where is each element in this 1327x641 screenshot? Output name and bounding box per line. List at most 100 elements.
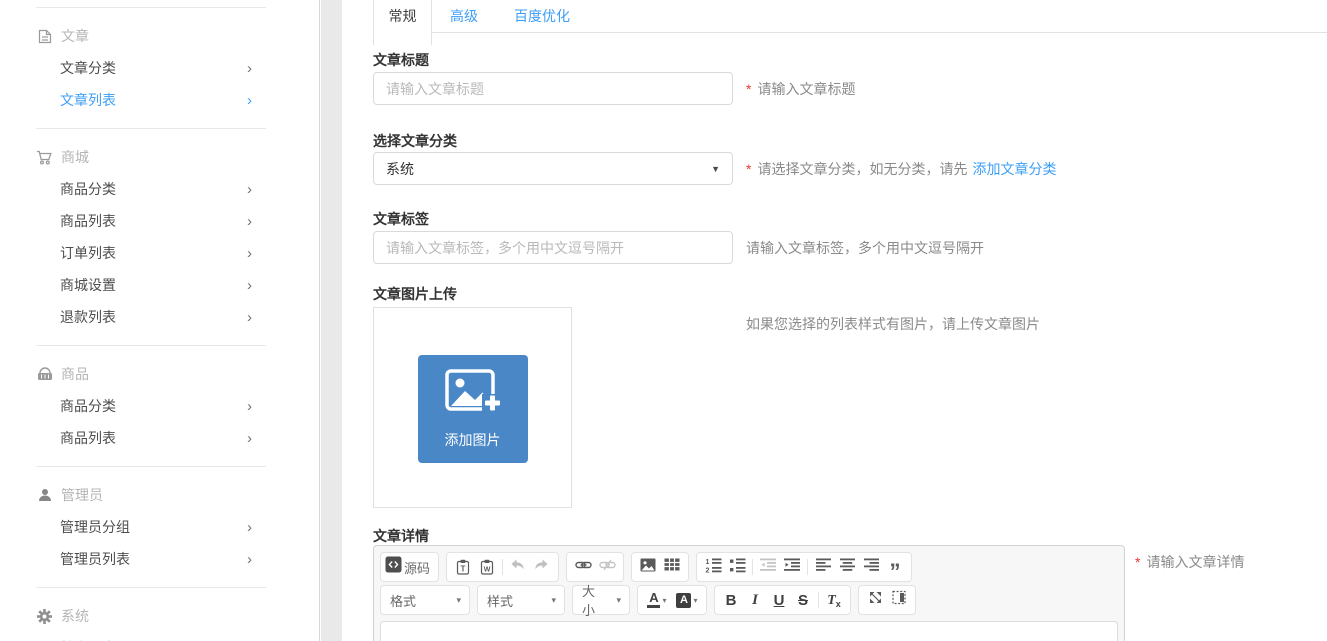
sidebar-header-system[interactable]: 系统 (36, 600, 266, 632)
format-dropdown[interactable]: 格式 ▾ (380, 585, 470, 615)
sidebar-header-product[interactable]: 商品 (36, 358, 266, 390)
link-icon (575, 557, 592, 578)
underline-button[interactable]: U (767, 588, 791, 612)
ordered-list-button[interactable]: 12 (701, 555, 725, 579)
sidebar-header-label: 系统 (61, 606, 89, 626)
redo-button[interactable] (530, 555, 554, 579)
article-tags-hint: 请输入文章标签，多个用中文逗号隔开 (746, 231, 984, 264)
unlink-button[interactable] (595, 555, 619, 579)
chevron-right-icon: › (247, 213, 252, 230)
show-blocks-button[interactable] (887, 588, 911, 612)
chevron-right-icon: › (247, 92, 252, 109)
sidebar-item-admin-list[interactable]: 管理员列表 › (36, 543, 266, 575)
chevron-right-icon: › (247, 245, 252, 262)
show-blocks-icon (892, 590, 907, 610)
image-upload-dropzone[interactable]: 添加图片 (373, 307, 572, 508)
blockquote-icon: ” (890, 557, 901, 577)
user-icon (36, 488, 53, 502)
required-mark: * (746, 81, 751, 97)
sidebar-section-article: 文章 文章分类 › 文章列表 › (36, 7, 266, 128)
add-image-button[interactable]: 添加图片 (418, 355, 528, 463)
sidebar-item-mall-settings[interactable]: 商城设置 › (36, 269, 266, 301)
bullet-list-button[interactable] (725, 555, 749, 579)
size-dropdown[interactable]: 大小 ▾ (572, 585, 630, 615)
rich-text-editor: 源码 T W (373, 545, 1125, 641)
bg-color-button[interactable]: A ▾ (672, 588, 702, 612)
sidebar-item-product-category[interactable]: 商品分类 › (36, 390, 266, 422)
remove-format-button[interactable]: Tx (822, 588, 846, 612)
tab-advanced[interactable]: 高级 (450, 0, 478, 45)
outdent-button[interactable] (756, 555, 780, 579)
sidebar-item-goods-category[interactable]: 商品分类 › (36, 173, 266, 205)
insert-image-button[interactable] (636, 555, 660, 579)
paste-text-icon: T (461, 565, 466, 574)
toolbar-group-source: 源码 (380, 552, 439, 582)
article-tags-label: 文章标签 (373, 209, 429, 229)
insert-table-button[interactable] (660, 555, 684, 579)
sidebar-item-basic-info[interactable]: 基本信息 › (36, 632, 266, 641)
source-button[interactable]: 源码 (385, 555, 434, 579)
align-left-button[interactable] (811, 555, 835, 579)
chevron-right-icon: › (247, 277, 252, 294)
strikethrough-button[interactable]: S (791, 588, 815, 612)
sidebar-item-admin-group[interactable]: 管理员分组 › (36, 511, 266, 543)
align-center-button[interactable] (835, 555, 859, 579)
blockquote-button[interactable]: ” (883, 555, 907, 579)
add-image-label: 添加图片 (445, 430, 501, 450)
article-title-input[interactable] (373, 72, 733, 105)
sidebar-header-admin[interactable]: 管理员 (36, 479, 266, 511)
undo-button[interactable] (506, 555, 530, 579)
sidebar-section-mall: 商城 商品分类 › 商品列表 › 订单列表 › 商城设置 › (36, 128, 266, 345)
italic-button[interactable]: I (743, 588, 767, 612)
ordered-list-icon: 12 (705, 557, 722, 578)
article-title-label: 文章标题 (373, 50, 429, 70)
category-select-value: 系统 (386, 159, 414, 179)
chevron-right-icon: › (247, 181, 252, 198)
sidebar-header-label: 商品 (61, 364, 89, 384)
sidebar-header-label: 商城 (61, 147, 89, 167)
toolbar-group-insert (631, 552, 689, 582)
chevron-right-icon: › (247, 430, 252, 447)
editor-content-area[interactable] (380, 621, 1118, 641)
sidebar-item-article-category[interactable]: 文章分类 › (36, 52, 266, 84)
indent-icon (784, 558, 800, 577)
text-color-button[interactable]: A ▾ (642, 588, 672, 612)
remove-format-icon: Tx (827, 591, 841, 609)
sidebar-item-order-list[interactable]: 订单列表 › (36, 237, 266, 269)
paste-word-button[interactable]: W (475, 555, 499, 579)
basket-icon (36, 367, 53, 381)
sidebar-item-goods-list[interactable]: 商品列表 › (36, 205, 266, 237)
toolbar-group-links (566, 552, 624, 582)
sidebar-header-article[interactable]: 文章 (36, 20, 266, 52)
article-detail-hint: * 请输入文章详情 (1135, 545, 1244, 578)
sidebar-header-mall[interactable]: 商城 (36, 141, 266, 173)
bold-button[interactable]: B (719, 588, 743, 612)
bullet-list-icon (729, 557, 746, 578)
toolbar-separator (818, 592, 819, 608)
align-right-button[interactable] (859, 555, 883, 579)
sidebar-section-product: 商品 商品分类 › 商品列表 › (36, 345, 266, 466)
sidebar-item-article-list[interactable]: 文章列表 › (36, 84, 266, 116)
toolbar-group-clipboard: T W (446, 552, 559, 582)
svg-text:1: 1 (705, 559, 709, 566)
maximize-button[interactable] (863, 588, 887, 612)
sidebar-item-product-list[interactable]: 商品列表 › (36, 422, 266, 454)
sidebar-item-refund-list[interactable]: 退款列表 › (36, 301, 266, 333)
sidebar-header-label: 管理员 (61, 485, 103, 505)
align-center-icon (840, 558, 855, 576)
article-tags-input[interactable] (373, 231, 733, 264)
style-dropdown[interactable]: 样式 ▾ (477, 585, 565, 615)
category-select[interactable]: 系统 ▼ (373, 152, 733, 185)
toolbar-group-tools (858, 585, 916, 615)
main-panel: 常规 高级 百度优化 文章标题 * 请输入文章标题 选择文章分类 系统 ▼ * … (342, 0, 1327, 641)
add-category-link[interactable]: 添加文章分类 (972, 159, 1056, 179)
tab-baidu-seo[interactable]: 百度优化 (514, 0, 570, 45)
required-mark: * (1135, 554, 1140, 570)
link-button[interactable] (571, 555, 595, 579)
tab-general[interactable]: 常规 (373, 0, 432, 45)
cart-icon (36, 150, 53, 165)
paste-text-button[interactable]: T (451, 555, 475, 579)
indent-button[interactable] (780, 555, 804, 579)
align-left-icon (816, 558, 831, 576)
toolbar-separator (752, 559, 753, 575)
